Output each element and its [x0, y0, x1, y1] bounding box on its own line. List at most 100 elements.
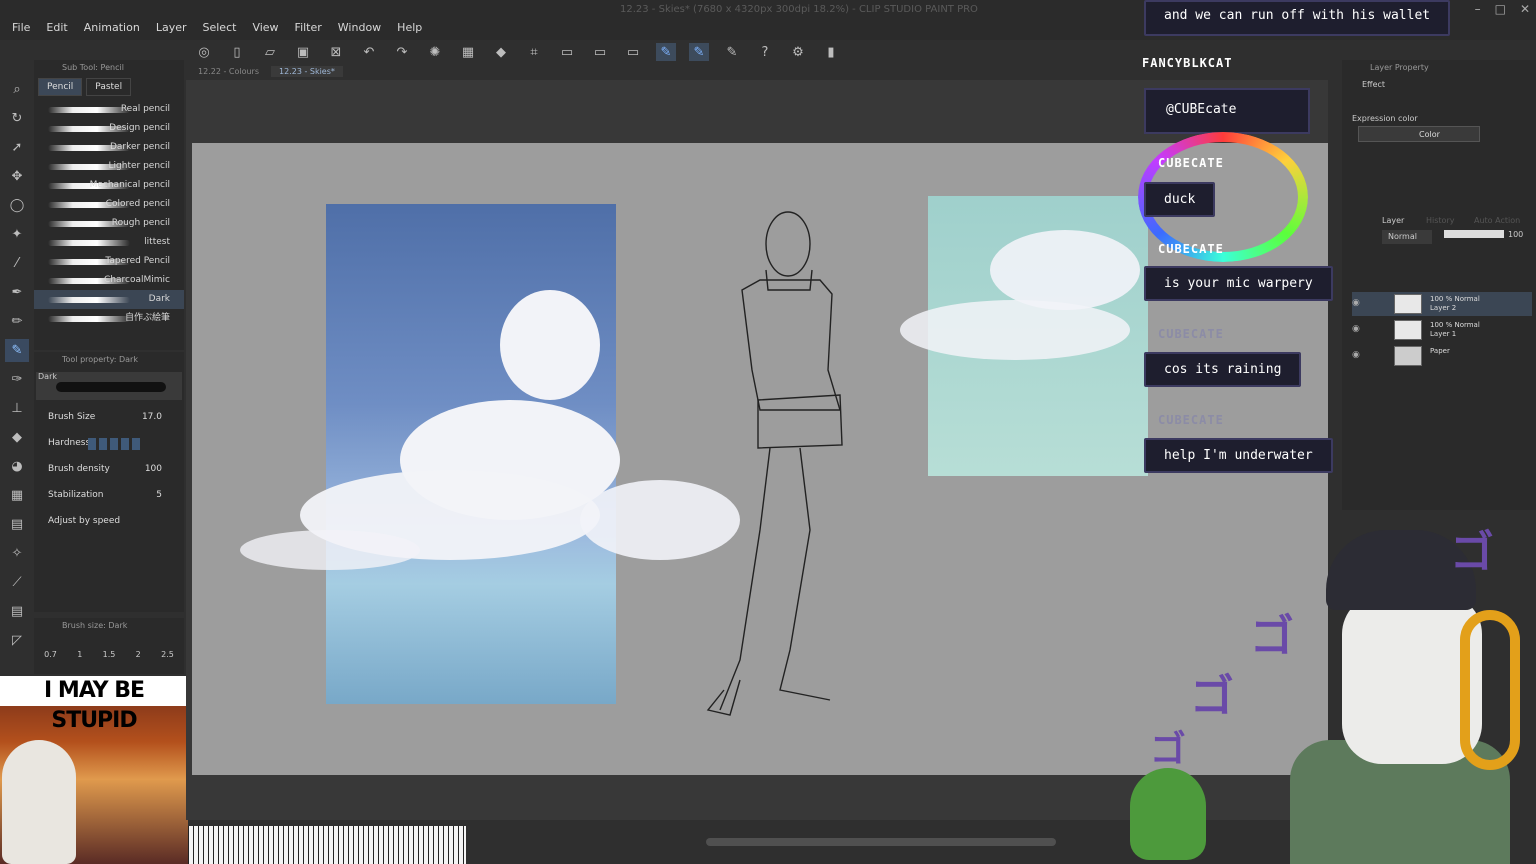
- tab-pencil[interactable]: Pencil: [38, 78, 83, 96]
- stabilization-row[interactable]: Stabilization 5: [34, 484, 184, 510]
- layer-row[interactable]: ◉ 100 % Normal Layer 1: [1352, 318, 1532, 342]
- eye-icon[interactable]: ◉: [1352, 298, 1360, 308]
- select-all-icon[interactable]: ▭: [557, 43, 577, 61]
- tab-colours[interactable]: 12.22 - Colours: [190, 66, 267, 77]
- invert-selection-icon[interactable]: ▭: [623, 43, 643, 61]
- gradient-icon[interactable]: ▤: [5, 513, 29, 536]
- hardness-selector[interactable]: [88, 438, 140, 450]
- blend-mode-select[interactable]: Normal: [1382, 230, 1432, 244]
- brush-size-value[interactable]: 17.0: [142, 412, 162, 422]
- tab-skies[interactable]: 12.23 - Skies*: [271, 66, 343, 77]
- brush-size-preset[interactable]: 0.7: [44, 650, 57, 659]
- undo-icon[interactable]: ↶: [359, 43, 379, 61]
- menu-select[interactable]: Select: [195, 21, 245, 34]
- menu-layer[interactable]: Layer: [148, 21, 195, 34]
- horizontal-scrollbar[interactable]: [706, 838, 1056, 846]
- magic-wand-icon[interactable]: ✦: [5, 223, 29, 246]
- minimize-icon[interactable]: –: [1475, 2, 1481, 16]
- brush-item[interactable]: Colored pencil: [34, 195, 184, 214]
- fill-icon[interactable]: ◆: [491, 43, 511, 61]
- brush-item[interactable]: CharcoalMimic: [34, 271, 184, 290]
- lasso-icon[interactable]: ◯: [5, 194, 29, 217]
- sub-tool-tabs: Pencil Pastel: [34, 74, 184, 100]
- menu-help[interactable]: Help: [389, 21, 430, 34]
- menu-view[interactable]: View: [244, 21, 286, 34]
- eye-icon[interactable]: ◉: [1352, 324, 1360, 334]
- brush-size-preset[interactable]: 2: [136, 650, 141, 659]
- help-icon[interactable]: ?: [755, 43, 775, 61]
- opacity-value[interactable]: 100: [1508, 230, 1523, 239]
- stabilization-value[interactable]: 5: [156, 490, 162, 500]
- clear-icon[interactable]: ▦: [458, 43, 478, 61]
- pencil-tool-icon[interactable]: ✏: [5, 310, 29, 333]
- menu-file[interactable]: File: [4, 21, 38, 34]
- close-icon[interactable]: ✕: [1520, 2, 1530, 16]
- brush-item[interactable]: littest: [34, 233, 184, 252]
- redo-icon[interactable]: ↷: [392, 43, 412, 61]
- brush-item[interactable]: Tapered Pencil: [34, 252, 184, 271]
- loading-icon[interactable]: ✺: [425, 43, 445, 61]
- brush-item[interactable]: Design pencil: [34, 119, 184, 138]
- meme-caption: I MAY BE STUPID: [0, 676, 188, 733]
- brush-item[interactable]: Lighter pencil: [34, 157, 184, 176]
- timeline-ruler[interactable]: [188, 826, 466, 864]
- frame-icon[interactable]: ▦: [5, 484, 29, 507]
- brush-item[interactable]: Mechanical pencil: [34, 176, 184, 195]
- brush-item[interactable]: 自作ぶ絵筆: [34, 309, 184, 328]
- crop-icon[interactable]: ⌗: [524, 43, 544, 61]
- brush-size-row[interactable]: Brush Size 17.0: [34, 406, 184, 432]
- brush-item[interactable]: Rough pencil: [34, 214, 184, 233]
- menu-filter[interactable]: Filter: [287, 21, 330, 34]
- settings-icon[interactable]: ⚙: [788, 43, 808, 61]
- layer-row[interactable]: ◉ 100 % Normal Layer 2: [1352, 292, 1532, 316]
- brush-size-preset[interactable]: 2.5: [161, 650, 174, 659]
- stamp-icon[interactable]: ⊥: [5, 397, 29, 420]
- brush-item[interactable]: Real pencil: [34, 100, 184, 119]
- figure-icon[interactable]: ✧: [5, 542, 29, 565]
- tab-auto-action[interactable]: Auto Action: [1474, 216, 1520, 225]
- opacity-slider[interactable]: [1444, 230, 1504, 238]
- tab-layer[interactable]: Layer: [1382, 216, 1404, 225]
- layer-row[interactable]: ◉ Paper: [1352, 344, 1532, 368]
- hardness-row[interactable]: Hardness: [34, 432, 184, 458]
- clip-studio-icon[interactable]: ◎: [194, 43, 214, 61]
- brush-item-selected[interactable]: Dark: [34, 290, 184, 309]
- expression-color-select[interactable]: Color: [1358, 126, 1480, 142]
- tab-history[interactable]: History: [1426, 216, 1454, 225]
- eraser-icon[interactable]: ◆: [5, 426, 29, 449]
- open-icon[interactable]: ▱: [260, 43, 280, 61]
- adjust-by-speed-row[interactable]: Adjust by speed: [34, 510, 184, 536]
- close-doc-icon[interactable]: ⊠: [326, 43, 346, 61]
- tab-pastel[interactable]: Pastel: [86, 78, 132, 96]
- object-icon[interactable]: ➚: [5, 136, 29, 159]
- brush-item[interactable]: Darker pencil: [34, 138, 184, 157]
- adjust-by-speed-label[interactable]: Adjust by speed: [48, 516, 120, 526]
- tablet-icon[interactable]: ▮: [821, 43, 841, 61]
- fill-tool-icon[interactable]: ◕: [5, 455, 29, 478]
- rotate-icon[interactable]: ↻: [5, 107, 29, 130]
- density-row[interactable]: Brush density 100: [34, 458, 184, 484]
- eye-icon[interactable]: ◉: [1352, 350, 1360, 360]
- brush-size-preset[interactable]: 1: [77, 650, 82, 659]
- line-icon[interactable]: ⟋: [5, 571, 29, 594]
- correct-line-icon[interactable]: ◸: [5, 629, 29, 652]
- brush-mode-icon[interactable]: ✎: [689, 43, 709, 61]
- text-icon[interactable]: ▤: [5, 600, 29, 623]
- menu-animation[interactable]: Animation: [76, 21, 148, 34]
- maximize-icon[interactable]: □: [1495, 2, 1506, 16]
- eraser-mode-icon[interactable]: ✎: [722, 43, 742, 61]
- pen-icon[interactable]: ✒: [5, 281, 29, 304]
- save-icon[interactable]: ▣: [293, 43, 313, 61]
- eyedropper-icon[interactable]: ⁄: [5, 252, 29, 275]
- deselect-icon[interactable]: ▭: [590, 43, 610, 61]
- brush-icon[interactable]: ✎: [5, 339, 29, 362]
- zoom-icon[interactable]: ⌕: [5, 78, 29, 101]
- density-value[interactable]: 100: [145, 464, 162, 474]
- menu-window[interactable]: Window: [330, 21, 389, 34]
- brush-size-preset[interactable]: 1.5: [103, 650, 116, 659]
- move-icon[interactable]: ✥: [5, 165, 29, 188]
- menu-edit[interactable]: Edit: [38, 21, 75, 34]
- pen-mode-icon[interactable]: ✎: [656, 43, 676, 61]
- airbrush-icon[interactable]: ✑: [5, 368, 29, 391]
- new-file-icon[interactable]: ▯: [227, 43, 247, 61]
